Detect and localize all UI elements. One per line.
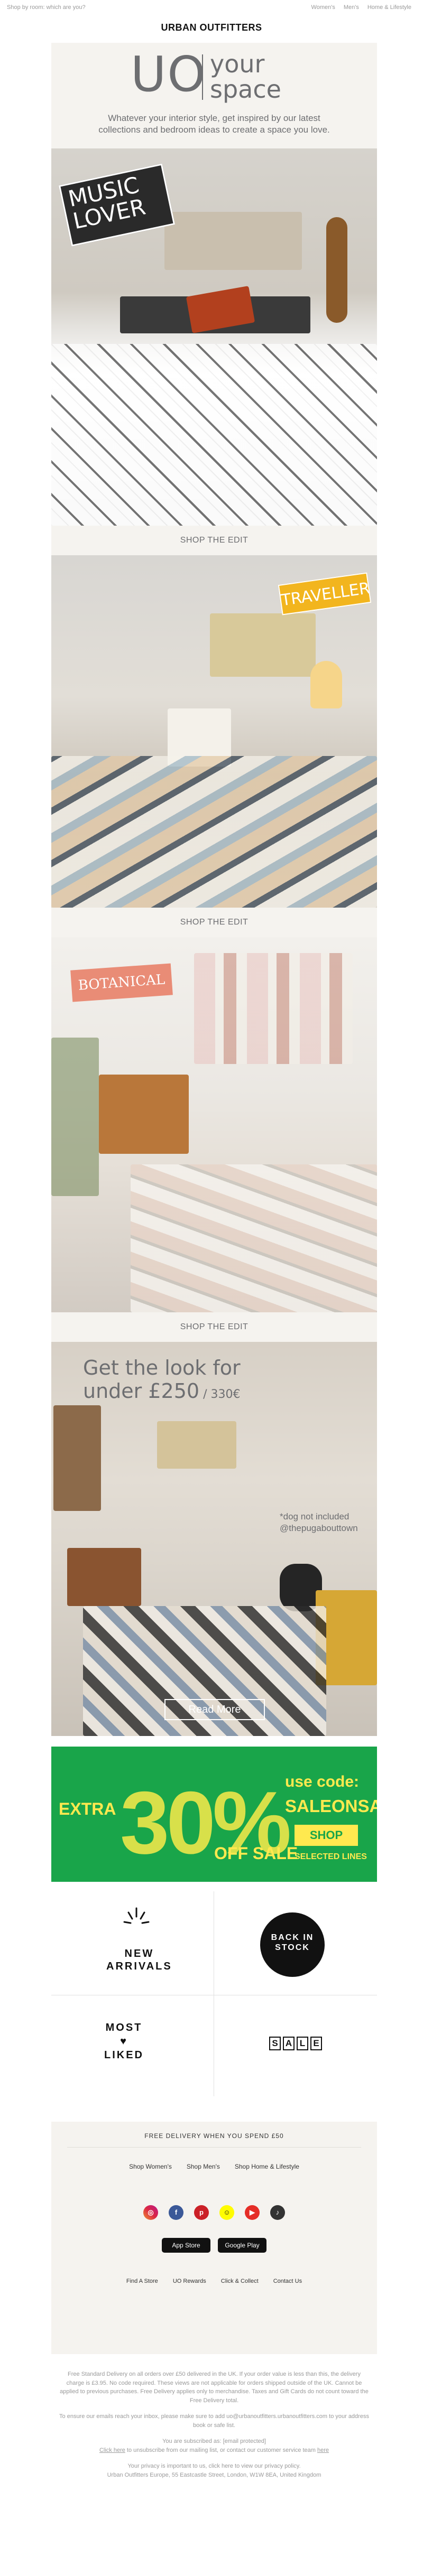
sale-extra-text: EXTRA	[59, 1799, 116, 1818]
facebook-icon[interactable]: f	[169, 2205, 183, 2220]
youtube-icon[interactable]: ▶	[245, 2205, 260, 2220]
read-more-button[interactable]: Read More	[164, 1699, 265, 1720]
legal-subscribed: You are subscribed as: [email protected]…	[99, 2438, 329, 2453]
bedding	[131, 1164, 377, 1312]
sale-banner[interactable]: EXTRA 30% OFF SALE use code: SALEONSALE …	[51, 1747, 377, 1882]
nav-link-home[interactable]: Home & Lifestyle	[367, 4, 411, 11]
hero-your-space: your space	[210, 50, 281, 104]
shop-the-edit-button-2[interactable]: SHOP THE EDIT	[51, 908, 377, 937]
footer-link-shop-women[interactable]: Shop Women's	[129, 2163, 172, 2170]
heart-icon: ♥	[120, 2036, 128, 2047]
category-grid: NEW ARRIVALS BACK IN STOCK MOST ♥ LIKED …	[51, 1891, 377, 2096]
legal-safelist: To ensure our emails reach your inbox, p…	[59, 2413, 369, 2429]
hero-uo-text: UO	[131, 46, 207, 102]
most-liked-tile[interactable]: MOST ♥ LIKED	[51, 1995, 214, 2099]
hero-divider	[202, 54, 203, 100]
instagram-icon[interactable]: ◎	[143, 2205, 158, 2220]
new-arrivals-label: NEW ARRIVALS	[106, 1948, 172, 1972]
promo-code: SALEONSALE	[285, 1796, 377, 1816]
get-the-look-heading: Get the look for under £250 / 330€	[83, 1356, 241, 1403]
footer-link-find-store[interactable]: Find A Store	[126, 2278, 158, 2284]
footer: FREE DELIVERY WHEN YOU SPEND £50 Shop Wo…	[51, 2122, 377, 2354]
shop-the-edit-button-1[interactable]: SHOP THE EDIT	[51, 526, 377, 555]
headboard	[67, 1548, 141, 1606]
legal-text: Free Standard Delivery on all orders ove…	[58, 2370, 370, 2487]
preheader-bar: Shop by room: which are you? Women's Men…	[0, 0, 423, 15]
tiktok-icon[interactable]: ♪	[270, 2205, 285, 2220]
free-delivery-text: FREE DELIVERY WHEN YOU SPEND £50	[144, 2132, 284, 2140]
hero-intro: Whatever your interior style, get inspir…	[98, 113, 330, 135]
hero-banner: UO your space Whatever your interior sty…	[51, 43, 377, 148]
traveller-sticker: TRAVELLER	[278, 572, 372, 615]
wall-frames	[164, 212, 302, 270]
footer-link-contact[interactable]: Contact Us	[273, 2278, 302, 2284]
sale-off-text: OFF SALE	[214, 1844, 298, 1863]
app-store-badge[interactable]: App Store	[162, 2238, 210, 2253]
most-liked-label: MOST ♥ LIKED	[104, 2022, 144, 2061]
corkboard	[53, 1405, 101, 1511]
sunburst-icon	[123, 1907, 150, 1924]
legal-delivery: Free Standard Delivery on all orders ove…	[60, 2371, 369, 2404]
selected-lines-text: SELECTED LINES	[295, 1852, 367, 1861]
pinterest-icon[interactable]: p	[194, 2205, 209, 2220]
unsubscribe-link[interactable]: Click here	[99, 2447, 125, 2453]
dresser	[99, 1075, 189, 1154]
footer-link-shop-home[interactable]: Shop Home & Lifestyle	[235, 2163, 299, 2170]
back-in-stock-tile[interactable]: BACK IN STOCK	[214, 1891, 376, 1995]
legal-privacy: Your privacy is important to us, click h…	[107, 2463, 321, 2478]
social-icons: ◎ f p ☺ ▶ ♪	[51, 2205, 377, 2220]
footer-service-links: Find A Store UO Rewards Click & Collect …	[51, 2278, 377, 2284]
botanical-sticker: BOTANICAL	[70, 963, 173, 1002]
footer-shop-links: Shop Women's Shop Men's Shop Home & Life…	[51, 2163, 377, 2170]
top-nav: Women's Men's Home & Lifestyle	[311, 4, 411, 11]
gallery-wall	[194, 953, 353, 1064]
preheader-text: Shop by room: which are you?	[7, 4, 86, 11]
neon-hamsa	[310, 661, 342, 708]
plants	[51, 1038, 99, 1196]
wall-map	[210, 613, 316, 677]
footer-link-shop-men[interactable]: Shop Men's	[187, 2163, 220, 2170]
app-badges: App Store Google Play	[51, 2238, 377, 2253]
back-in-stock-badge: BACK IN STOCK	[260, 1912, 325, 1977]
sale-shop-button[interactable]: SHOP	[295, 1825, 358, 1846]
footer-link-uo-rewards[interactable]: UO Rewards	[173, 2278, 206, 2284]
music-lover-sticker: MUSIC LOVER	[58, 163, 176, 247]
contact-link[interactable]: here	[317, 2447, 329, 2453]
bedding	[51, 344, 377, 526]
footer-divider	[67, 2147, 361, 2148]
google-play-badge[interactable]: Google Play	[218, 2238, 266, 2253]
nav-link-men[interactable]: Men's	[344, 4, 359, 11]
shop-the-edit-button-3[interactable]: SHOP THE EDIT	[51, 1312, 377, 1342]
music-lover-photo[interactable]: MUSIC LOVER	[51, 148, 377, 526]
nav-link-women[interactable]: Women's	[311, 4, 335, 11]
botanical-photo[interactable]: BOTANICAL	[51, 937, 377, 1312]
guitar	[326, 217, 347, 323]
new-arrivals-tile[interactable]: NEW ARRIVALS	[51, 1891, 214, 1995]
brand-logo[interactable]: URBAN OUTFITTERS	[0, 22, 423, 33]
wall-map	[157, 1421, 236, 1469]
get-the-look-photo[interactable]: Get the look for under £250 / 330€ *dog …	[51, 1342, 377, 1736]
sale-letters: S A L E	[269, 2037, 322, 2050]
snapchat-icon[interactable]: ☺	[219, 2205, 234, 2220]
dog-note: *dog not included @thepugabouttown	[280, 1511, 358, 1534]
use-code-label: use code:	[285, 1773, 360, 1790]
sale-tile[interactable]: S A L E	[214, 1995, 376, 2099]
quilt	[51, 756, 377, 908]
traveller-photo[interactable]: TRAVELLER	[51, 555, 377, 908]
footer-link-click-collect[interactable]: Click & Collect	[221, 2278, 259, 2284]
